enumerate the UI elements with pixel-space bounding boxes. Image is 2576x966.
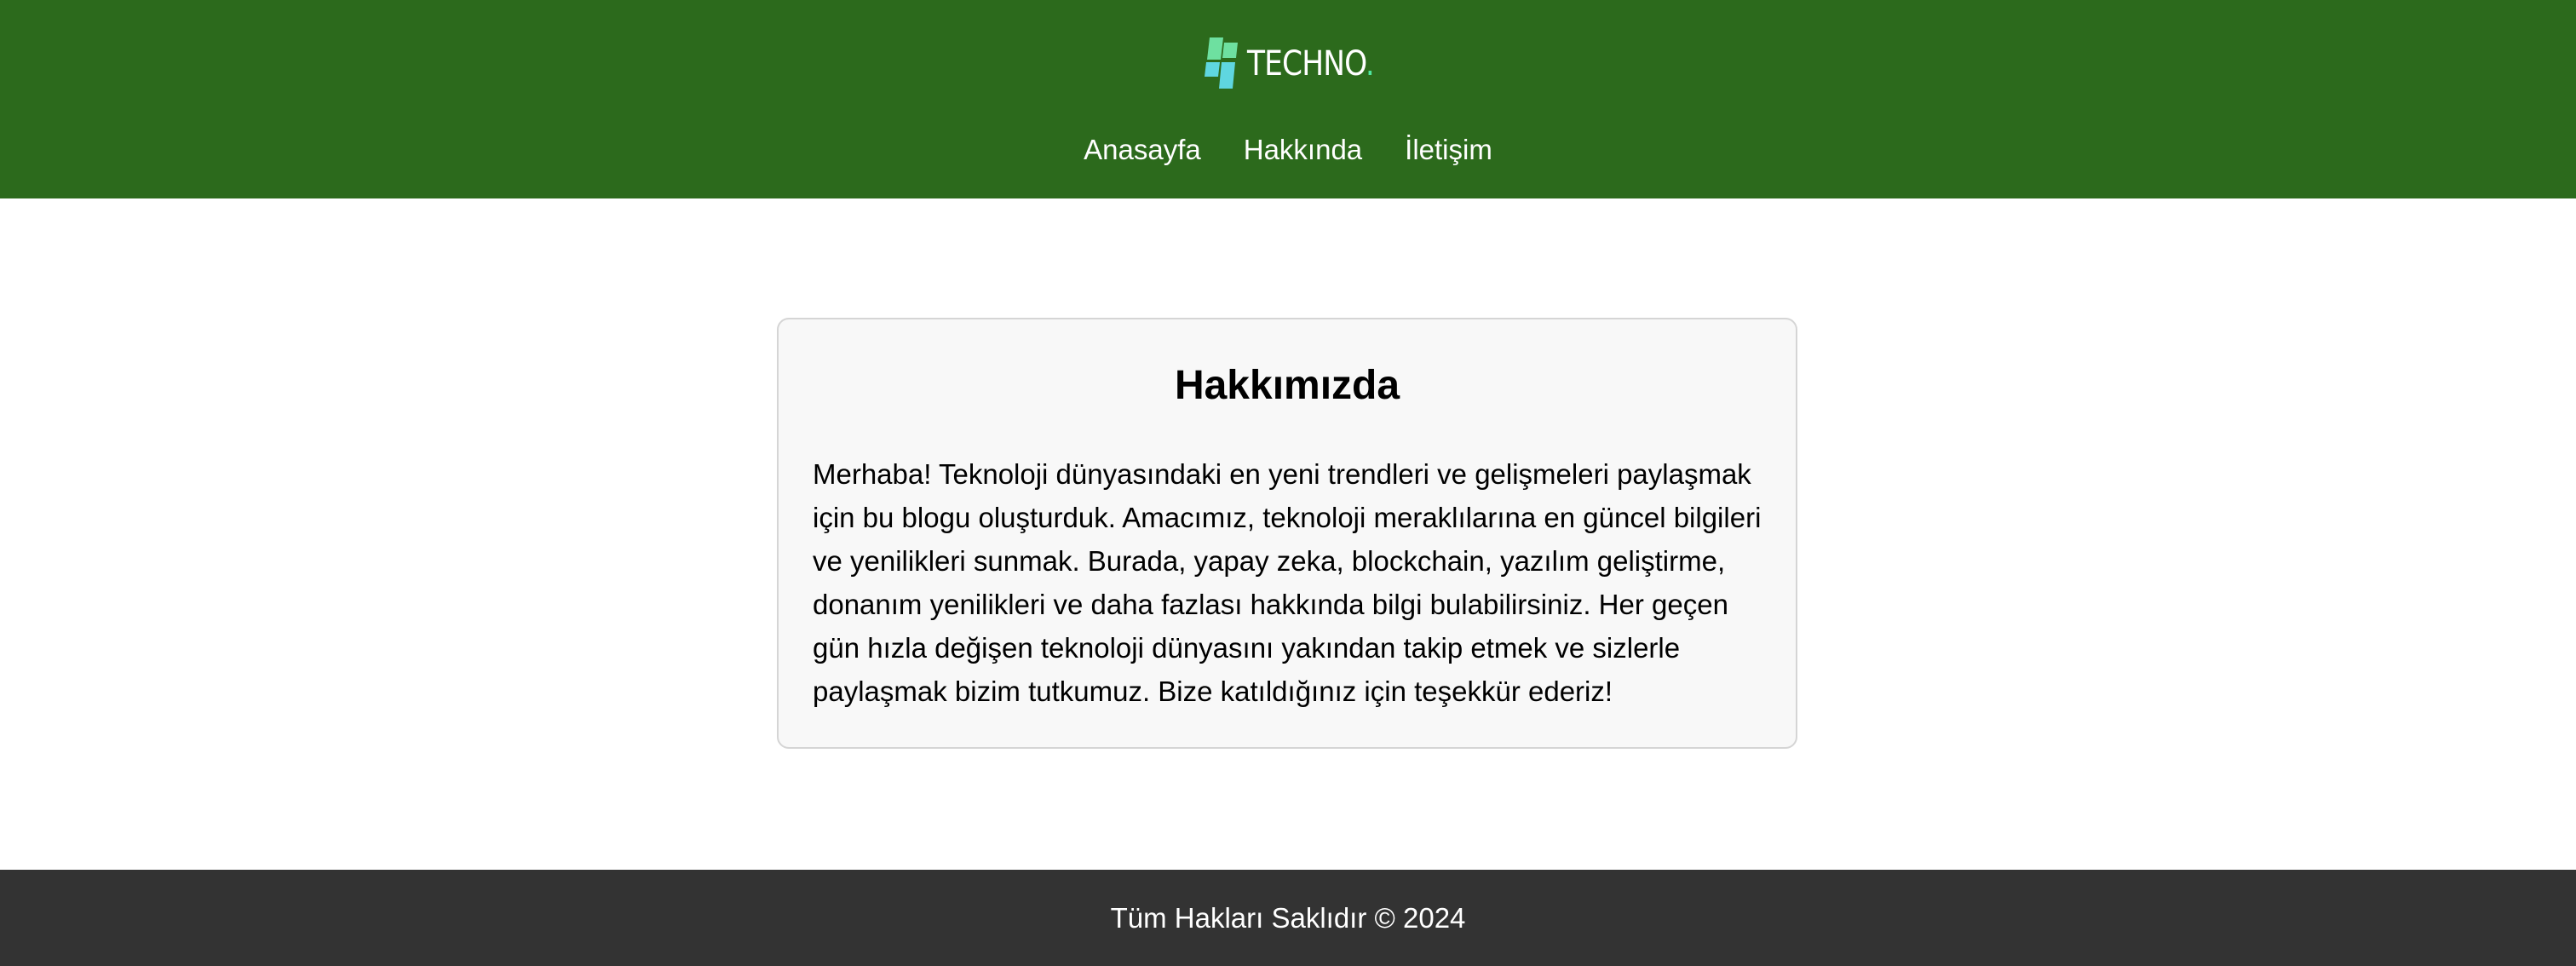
nav-link-anasayfa[interactable]: Anasayfa [1084, 126, 1201, 174]
about-text: Merhaba! Teknoloji dünyasındaki en yeni … [813, 458, 1762, 707]
about-title: Hakkımızda [1174, 363, 1400, 408]
logo-wordmark: TECHNO [1247, 44, 1366, 83]
logo-text: TECHNO. [1247, 36, 1375, 92]
nav-link-hakkinda[interactable]: Hakkında [1244, 126, 1362, 174]
main-nav: Anasayfa Hakkında İletişim [0, 126, 2576, 174]
techno-logo-icon [1203, 37, 1240, 90]
copyright-text: Tüm Hakları Saklıdır © 2024 [1110, 901, 1466, 934]
site-header: TECHNO. Anasayfa Hakkında İletişim [0, 0, 2576, 198]
logo-dot: . [1365, 44, 1375, 83]
nav-link-iletisim[interactable]: İletişim [1405, 126, 1492, 174]
about-card: Hakkımızda Merhaba! Teknoloji dünyasında… [777, 318, 1797, 749]
site-logo[interactable]: TECHNO. [1203, 36, 1394, 92]
site-footer: Tüm Hakları Saklıdır © 2024 [0, 870, 2576, 966]
